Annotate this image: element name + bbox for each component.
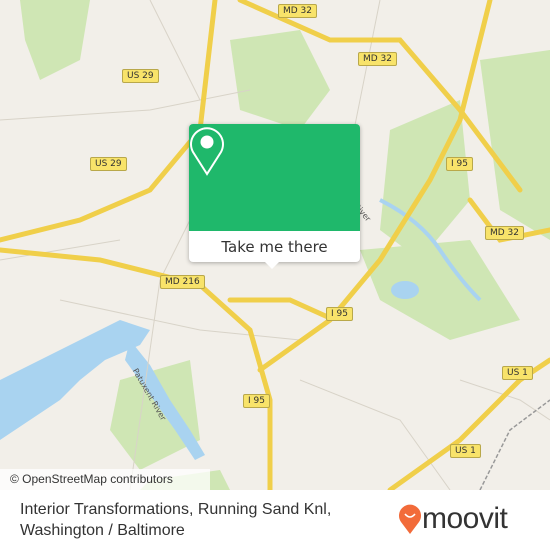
road-label: MD 32: [358, 52, 398, 66]
road-label: I 95: [446, 157, 473, 171]
place-region: Washington / Baltimore: [20, 522, 185, 539]
road-label: MD 32: [278, 4, 318, 18]
place-name: Interior Transformations, Running Sand K…: [20, 499, 331, 541]
popup-pointer: [265, 262, 279, 269]
road-label: MD 216: [160, 275, 205, 289]
road-label: MD 32: [485, 226, 525, 240]
road-label: US 1: [502, 366, 533, 380]
road-label: US 1: [450, 444, 481, 458]
take-me-there-button[interactable]: Take me there: [189, 231, 360, 262]
map-attribution[interactable]: © OpenStreetMap contributors: [0, 469, 210, 490]
road-label: I 95: [243, 394, 270, 408]
road-label: US 29: [90, 157, 127, 171]
moovit-pin-icon: [399, 504, 421, 534]
place-title: Interior Transformations, Running Sand K…: [20, 501, 332, 518]
road-label: I 95: [326, 307, 353, 321]
moovit-logo[interactable]: moovit: [398, 502, 508, 536]
map-pin-icon: [190, 127, 224, 176]
location-popup: Take me there: [189, 124, 360, 269]
logo-text: moovit: [422, 502, 508, 535]
map[interactable]: MD 32 MD 32 US 29 US 29 I 95 MD 32 MD 21…: [0, 0, 550, 490]
road-label: US 29: [122, 69, 159, 83]
